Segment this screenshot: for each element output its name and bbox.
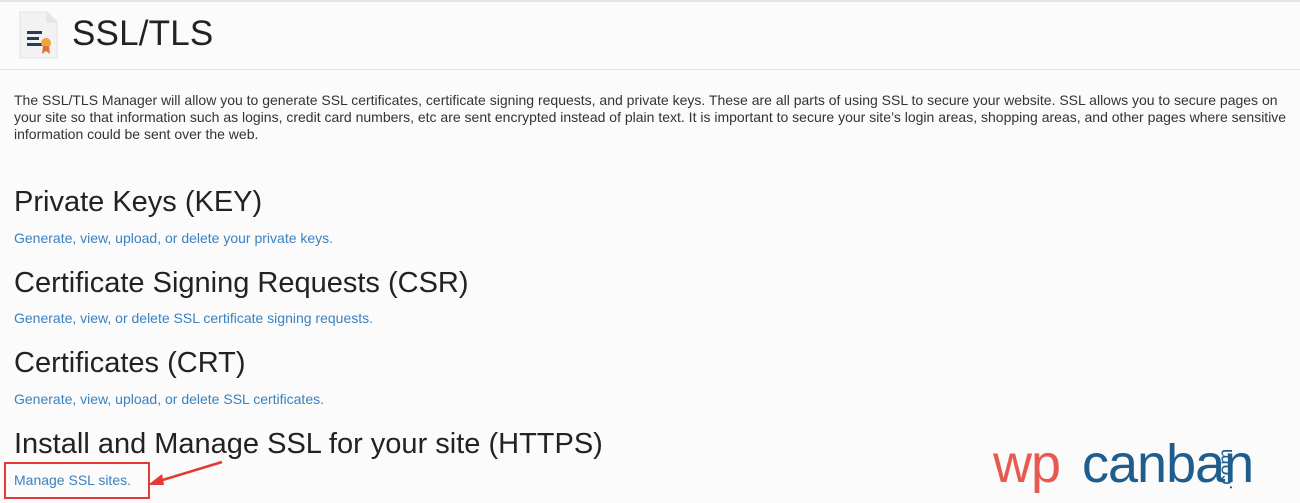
csr-link[interactable]: Generate, view, or delete SSL certificat… [14, 309, 373, 327]
install-manage-ssl-heading: Install and Manage SSL for your site (HT… [14, 428, 603, 460]
intro-description: The SSL/TLS Manager will allow you to ge… [14, 92, 1287, 142]
private-keys-heading: Private Keys (KEY) [14, 186, 263, 218]
certificates-heading: Certificates (CRT) [14, 347, 246, 379]
csr-heading: Certificate Signing Requests (CSR) [14, 267, 469, 299]
watermark-wp: wp [993, 434, 1061, 494]
highlight-box [4, 462, 150, 499]
certificates-link[interactable]: Generate, view, upload, or delete SSL ce… [14, 390, 324, 408]
page-header: SSL/TLS [0, 2, 1300, 70]
annotation-arrow-icon [148, 460, 223, 485]
page-title: SSL/TLS [72, 14, 214, 53]
ssl-tls-page: SSL/TLS The SSL/TLS Manager will allow y… [0, 0, 1300, 503]
wpcanban-watermark: wp canban .com [993, 432, 1254, 503]
private-keys-link[interactable]: Generate, view, upload, or delete your p… [14, 229, 333, 247]
certificate-document-icon [19, 11, 58, 59]
watermark-com: .com [1216, 448, 1237, 490]
